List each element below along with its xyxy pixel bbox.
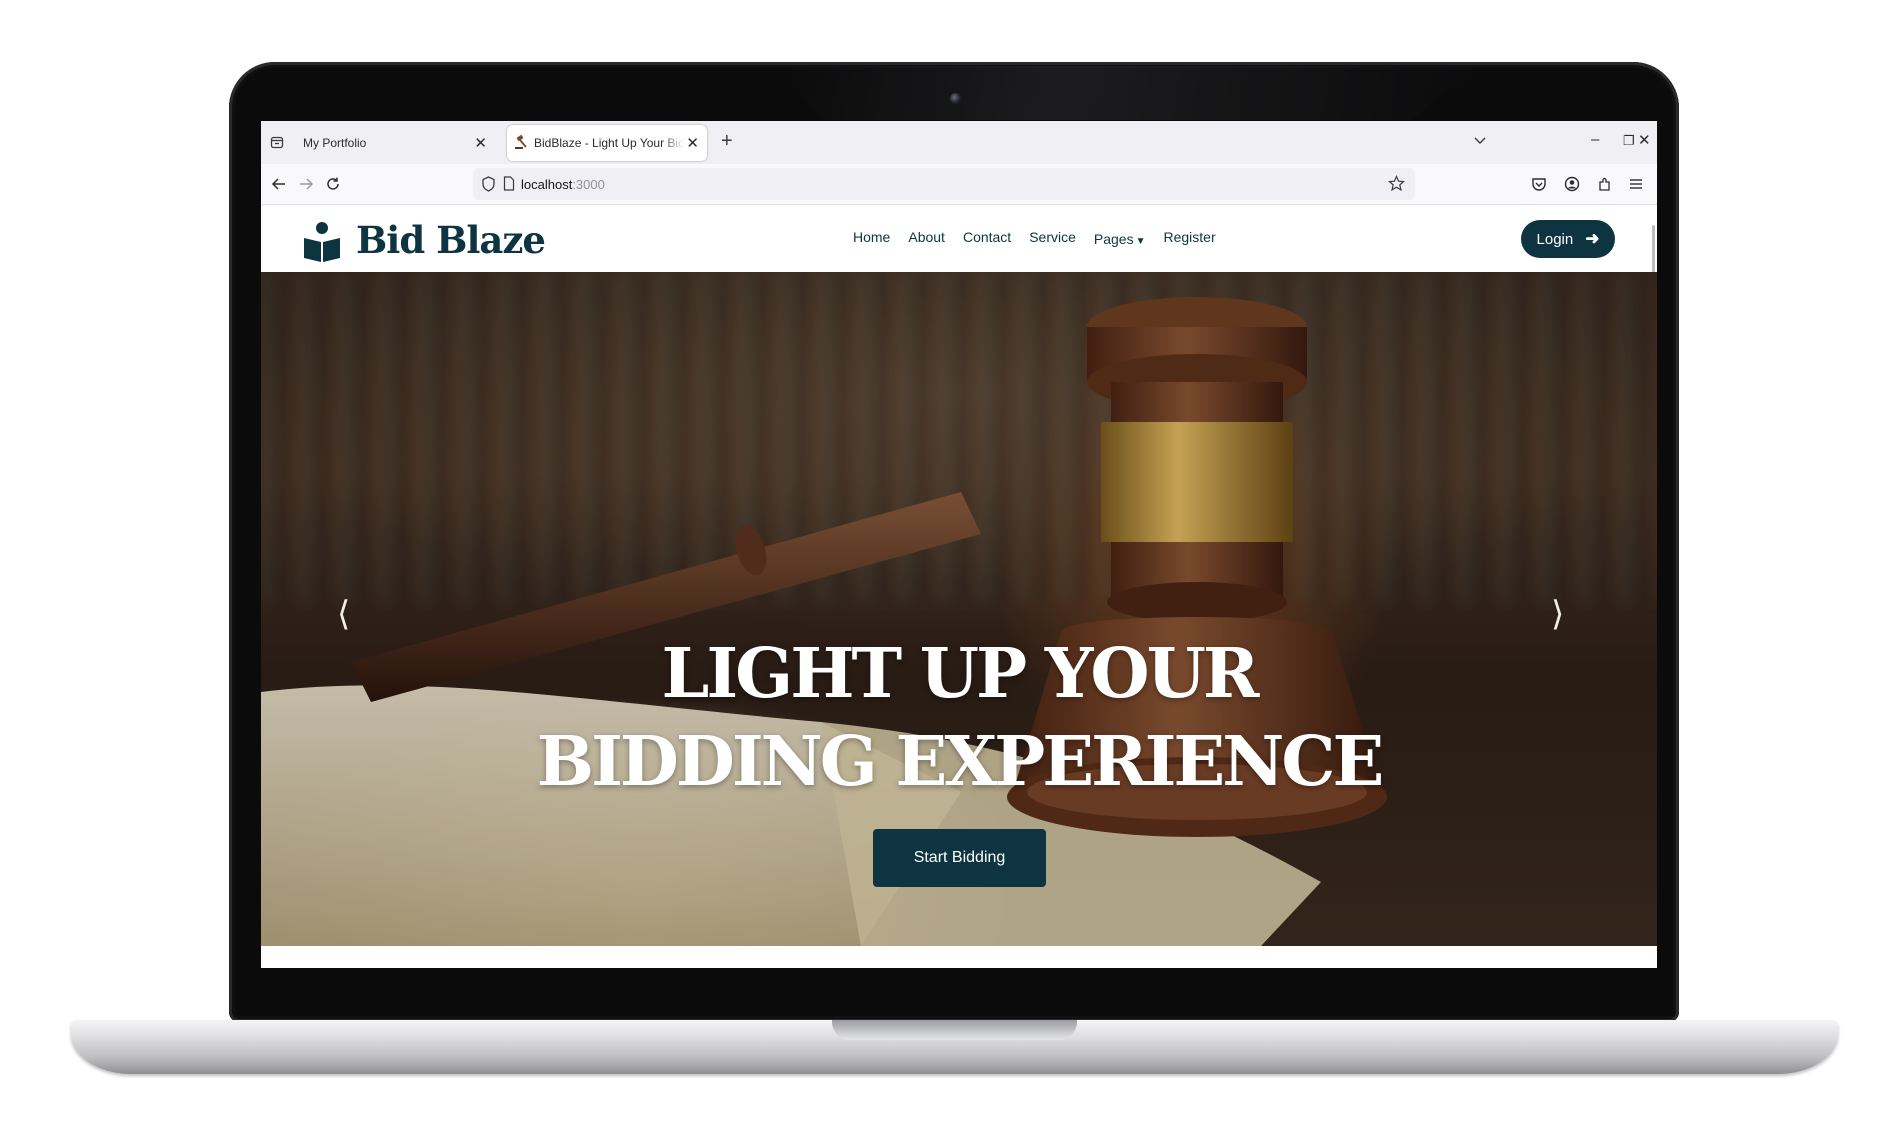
tab-label: My Portfolio [303, 136, 367, 150]
minimize-icon[interactable]: – [1591, 131, 1599, 148]
chevron-down-icon: ▼ [1135, 236, 1146, 247]
tab-label: BidBlaze - Light Up Your Bidding Experie… [534, 136, 684, 150]
hero-headline: LIGHT UP YOUR BIDDING EXPERIENCE [261, 630, 1657, 806]
start-bidding-label: Start Bidding [913, 849, 1006, 866]
arrow-right-icon: ➜ [1585, 229, 1600, 248]
start-bidding-button[interactable]: Start Bidding [873, 829, 1046, 887]
tab-bidblaze[interactable]: BidBlaze - Light Up Your Bidding Experie… [507, 125, 707, 161]
url-host: localhost [521, 177, 573, 192]
hamburger-icon[interactable] [1628, 176, 1644, 192]
laptop-opening-notch [832, 1020, 1077, 1040]
nav-contact[interactable]: Contact [963, 229, 1011, 245]
close-icon[interactable]: ✕ [474, 134, 487, 152]
nav-home[interactable]: Home [853, 229, 890, 245]
page-content-below-hero [261, 946, 1657, 968]
hero-headline-line-1: LIGHT UP YOUR [661, 634, 1260, 714]
shield-icon[interactable] [481, 176, 496, 192]
login-button[interactable]: Login ➜ [1521, 220, 1615, 258]
chevron-down-icon[interactable] [1473, 133, 1487, 147]
brand-logo-text[interactable]: Bid Blaze [356, 218, 546, 262]
main-nav: Home About Contact Service Pages ▼ Regist… [853, 229, 1234, 247]
pocket-icon[interactable] [1531, 176, 1547, 192]
nav-pages-dropdown[interactable]: Pages ▼ [1094, 231, 1146, 247]
lid-reflection [780, 66, 1480, 120]
account-icon[interactable] [1564, 176, 1580, 192]
carousel-next-icon[interactable]: ⟩ [1551, 594, 1564, 634]
arrow-left-icon[interactable] [271, 176, 287, 192]
browser-toolbar: localhost:3000 [261, 164, 1657, 205]
close-icon[interactable]: ✕ [686, 134, 699, 152]
new-tab-icon[interactable]: + [721, 130, 733, 153]
hero-carousel: ⟨ ⟩ LIGHT UP YOUR BIDDING EXPERIENCE Sta… [261, 272, 1657, 946]
hero-headline-line-2: BIDDING EXPERIENCE [536, 722, 1385, 802]
browser-tab-strip: My Portfolio ✕ BidBlaze - Light Up Your … [261, 121, 1657, 164]
close-window-icon[interactable]: ✕ [1638, 131, 1651, 149]
address-bar[interactable]: localhost:3000 [473, 168, 1415, 200]
nav-register[interactable]: Register [1164, 229, 1216, 245]
url-text: localhost:3000 [521, 177, 605, 192]
arrow-right-icon[interactable] [298, 176, 314, 192]
nav-service[interactable]: Service [1029, 229, 1076, 245]
login-label: Login [1536, 230, 1574, 248]
reload-icon[interactable] [325, 176, 341, 192]
nav-about[interactable]: About [908, 229, 945, 245]
tab-list-icon[interactable] [270, 135, 284, 149]
tab-my-portfolio[interactable]: My Portfolio ✕ [295, 125, 495, 161]
nav-pages-label: Pages [1093, 231, 1134, 247]
page-icon [503, 176, 515, 191]
url-port: :3000 [572, 177, 605, 192]
gavel-favicon-icon [515, 135, 527, 149]
puzzle-icon[interactable] [1597, 176, 1613, 192]
carousel-prev-icon[interactable]: ⟨ [337, 594, 350, 634]
laptop-screen: My Portfolio ✕ BidBlaze - Light Up Your … [261, 121, 1657, 968]
site-header: Bid Blaze Home About Contact Service Pag… [261, 205, 1657, 485]
reader-logo-icon [304, 222, 340, 262]
restore-icon[interactable]: ❐ [1623, 133, 1635, 149]
star-icon[interactable] [1388, 175, 1405, 192]
webcam [950, 93, 961, 104]
